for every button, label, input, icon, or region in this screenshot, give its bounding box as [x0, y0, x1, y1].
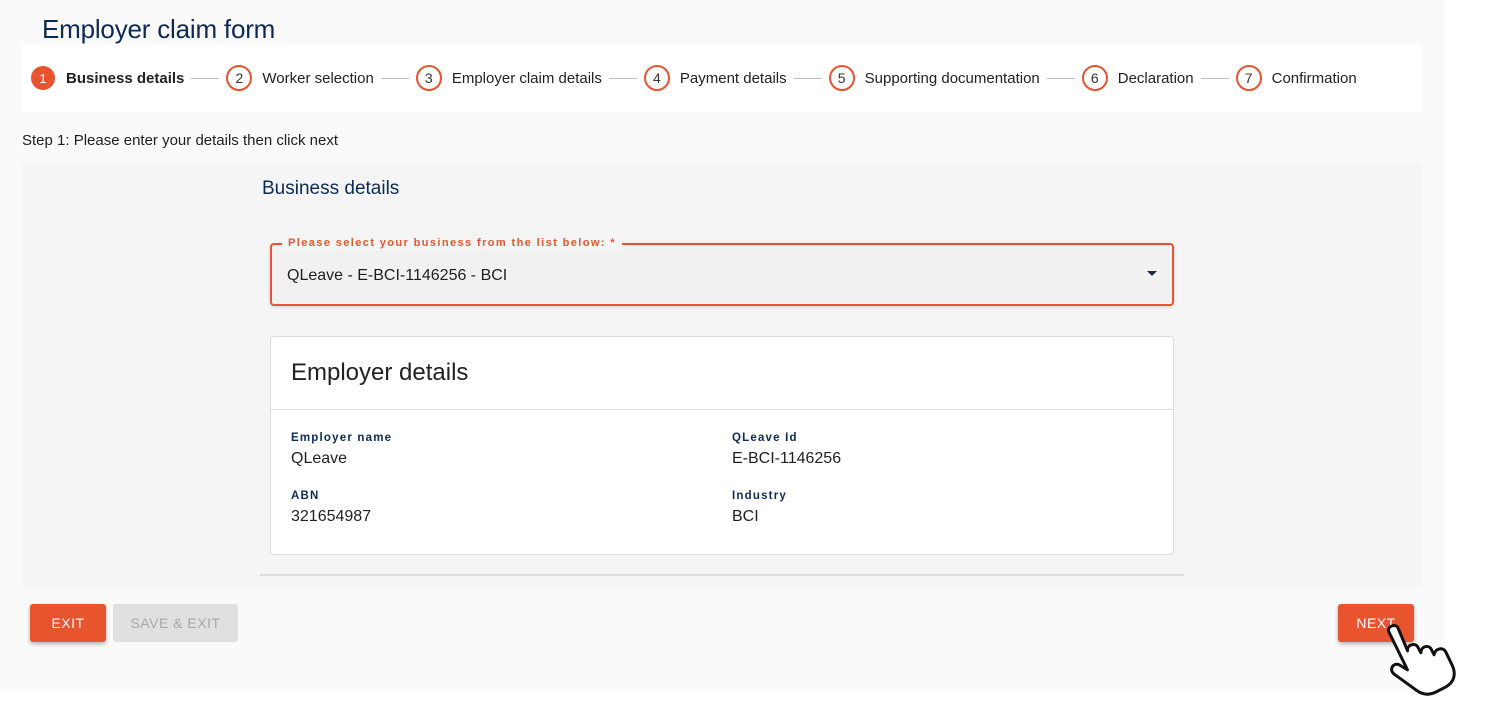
step-confirmation[interactable]: 7 Confirmation — [1235, 65, 1357, 91]
abn-label: ABN — [291, 490, 320, 502]
save-and-exit-button[interactable]: SAVE & EXIT — [113, 604, 238, 642]
step-number: 1 — [31, 66, 55, 90]
step-number: 4 — [643, 65, 670, 91]
step-instruction: Step 1: Please enter your details then c… — [22, 132, 339, 149]
step-connector — [608, 77, 637, 79]
form-shell: Employer claim form 1 Business details 2… — [0, 0, 1444, 690]
step-number: 3 — [415, 65, 442, 91]
business-select[interactable]: Please select your business from the lis… — [270, 236, 1174, 306]
step-number: 5 — [828, 65, 855, 91]
employer-name-value: QLeave — [291, 450, 348, 467]
dropdown-arrow-icon[interactable] — [1147, 271, 1157, 276]
industry-label: Industry — [732, 490, 787, 502]
step-business-details[interactable]: 1 Business details — [31, 66, 184, 90]
exit-button[interactable]: EXIT — [30, 604, 106, 642]
abn-value: 321654987 — [291, 508, 372, 525]
step-label: Supporting documentation — [864, 69, 1040, 87]
business-select-label: Please select your business from the lis… — [282, 236, 622, 250]
section-title: Business details — [262, 178, 400, 199]
card-title: Employer details — [291, 359, 469, 386]
step-connector — [1200, 77, 1229, 79]
employer-name-label: Employer name — [291, 432, 393, 444]
step-number: 2 — [226, 65, 253, 91]
step-connector — [380, 77, 409, 79]
step-label: Business details — [66, 69, 185, 87]
employer-details-card: Employer details Employer name QLeave QL… — [270, 336, 1174, 555]
step-label: Payment details — [679, 69, 787, 87]
qleave-id-label: QLeave Id — [732, 432, 798, 444]
step-declaration[interactable]: 6 Declaration — [1081, 65, 1194, 91]
section-divider — [260, 574, 1184, 576]
industry-value: BCI — [732, 508, 759, 525]
business-select-value: QLeave - E-BCI-1146256 - BCI — [287, 267, 508, 284]
page: Employer claim form 1 Business details 2… — [0, 0, 1501, 703]
step-connector — [793, 77, 822, 79]
step-connector — [191, 77, 220, 79]
qleave-id-value: E-BCI-1146256 — [732, 450, 842, 467]
hand-pointer-icon — [1387, 624, 1456, 696]
divider — [271, 409, 1173, 410]
stepper: 1 Business details 2 Worker selection 3 … — [22, 44, 1422, 112]
page-title: Employer claim form — [42, 14, 276, 44]
step-label: Worker selection — [262, 69, 374, 87]
step-label: Declaration — [1117, 69, 1194, 87]
step-label: Confirmation — [1271, 69, 1357, 87]
step-payment-details[interactable]: 4 Payment details — [643, 65, 787, 91]
step-worker-selection[interactable]: 2 Worker selection — [226, 65, 374, 91]
step-supporting-documentation[interactable]: 5 Supporting documentation — [828, 65, 1040, 91]
step-number: 6 — [1081, 65, 1108, 91]
step-connector — [1046, 77, 1075, 79]
step-employer-claim-details[interactable]: 3 Employer claim details — [415, 65, 602, 91]
step-label: Employer claim details — [451, 69, 602, 87]
form-content: Business details Please select your busi… — [22, 163, 1422, 587]
step-number: 7 — [1235, 65, 1262, 91]
